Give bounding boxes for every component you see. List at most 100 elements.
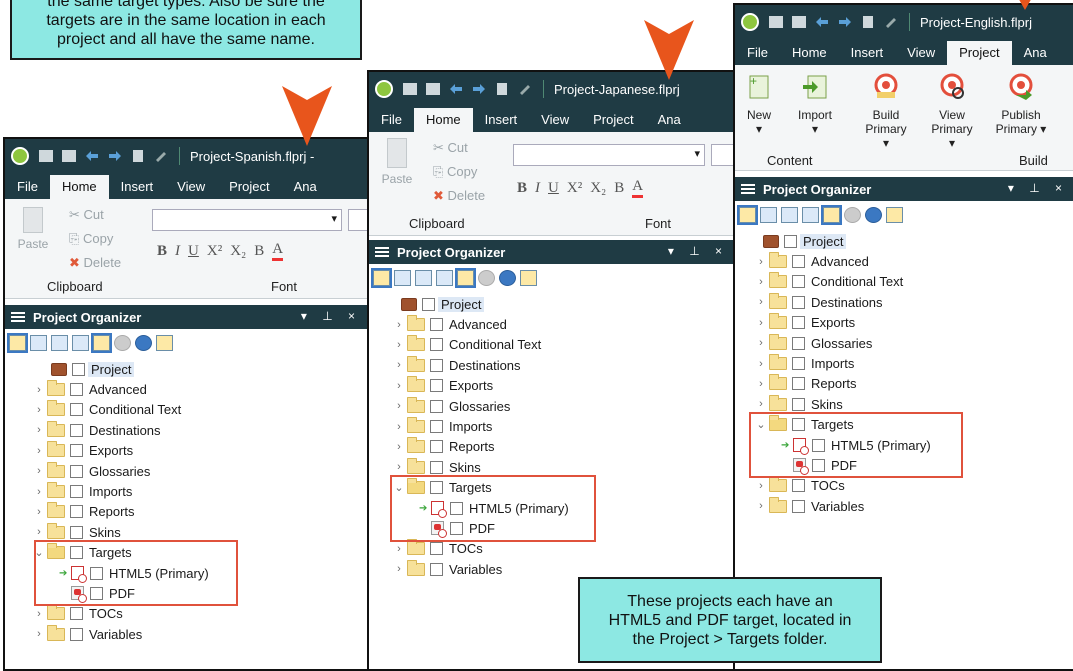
spell-check-icon[interactable] bbox=[518, 83, 532, 95]
tree-folder-exports[interactable]: › Exports bbox=[31, 441, 369, 461]
tree-folder-tocs[interactable]: › TOCs bbox=[753, 476, 1073, 496]
checkbox[interactable] bbox=[792, 479, 805, 493]
chevron-right-icon[interactable]: › bbox=[391, 380, 407, 392]
save-all-icon[interactable] bbox=[792, 16, 806, 28]
tree-folder-imports[interactable]: › Imports bbox=[753, 353, 1073, 373]
chevron-right-icon[interactable]: › bbox=[391, 359, 407, 371]
tab-home[interactable]: Home bbox=[780, 41, 839, 65]
font-name-input[interactable]: ▾ bbox=[513, 144, 705, 166]
file-dropdown-icon[interactable] bbox=[131, 150, 145, 162]
checkbox[interactable] bbox=[792, 316, 805, 330]
save-all-icon[interactable] bbox=[426, 83, 440, 95]
tab-project[interactable]: Project bbox=[217, 175, 281, 199]
checkbox[interactable] bbox=[430, 460, 443, 474]
checkbox[interactable] bbox=[430, 338, 443, 352]
underline-icon[interactable]: U bbox=[188, 243, 199, 260]
publish-primary-button[interactable]: Publish Primary ▾ bbox=[993, 73, 1049, 136]
checkbox[interactable] bbox=[792, 295, 805, 309]
checkbox[interactable] bbox=[70, 383, 83, 397]
chevron-right-icon[interactable]: › bbox=[391, 441, 407, 453]
checkbox[interactable] bbox=[430, 440, 443, 454]
redo-icon[interactable] bbox=[108, 150, 122, 162]
font-color-icon[interactable]: A bbox=[632, 178, 644, 198]
tab-analysis[interactable]: Ana bbox=[646, 108, 693, 132]
clear-format-icon[interactable]: B bbox=[614, 180, 624, 197]
expand-all-icon[interactable] bbox=[781, 207, 798, 223]
chevron-right-icon[interactable]: › bbox=[31, 465, 47, 477]
checkbox[interactable] bbox=[430, 420, 443, 434]
italic-icon[interactable]: I bbox=[535, 180, 540, 197]
panel-controls[interactable]: ▾ ⊥ × bbox=[668, 244, 728, 258]
folder-view-icon[interactable] bbox=[371, 268, 392, 288]
import-button[interactable]: Import ▾ bbox=[793, 73, 837, 136]
checkbox[interactable] bbox=[430, 358, 443, 372]
chevron-right-icon[interactable]: › bbox=[753, 256, 769, 268]
tab-analysis[interactable]: Ana bbox=[282, 175, 329, 199]
tree-folder-destinations[interactable]: › Destinations bbox=[391, 355, 736, 375]
superscript-icon[interactable]: X² bbox=[207, 243, 222, 260]
tree-folder-exports[interactable]: › Exports bbox=[753, 313, 1073, 333]
checkbox[interactable] bbox=[430, 379, 443, 393]
chevron-right-icon[interactable]: › bbox=[753, 296, 769, 308]
checkbox[interactable] bbox=[70, 627, 83, 641]
redo-icon[interactable] bbox=[472, 83, 486, 95]
checkbox[interactable] bbox=[70, 423, 83, 437]
build-primary-button[interactable]: Build Primary ▾ bbox=[861, 73, 911, 150]
expand-all-icon[interactable] bbox=[51, 335, 68, 351]
checkbox[interactable] bbox=[430, 399, 443, 413]
cut-button[interactable]: ✂ Cut bbox=[69, 207, 104, 223]
new-button[interactable]: + New ▾ bbox=[741, 73, 777, 136]
checkbox[interactable] bbox=[70, 525, 83, 539]
checkbox[interactable] bbox=[72, 362, 85, 376]
chevron-right-icon[interactable]: › bbox=[31, 526, 47, 538]
new-folder-icon[interactable] bbox=[156, 335, 173, 351]
tab-view[interactable]: View bbox=[529, 108, 581, 132]
tab-file[interactable]: File bbox=[369, 108, 414, 132]
refresh-icon[interactable] bbox=[135, 335, 152, 351]
tab-file[interactable]: File bbox=[735, 41, 780, 65]
checkbox[interactable] bbox=[430, 562, 443, 576]
list-view-icon[interactable] bbox=[30, 335, 47, 351]
checkbox[interactable] bbox=[792, 397, 805, 411]
chevron-right-icon[interactable]: › bbox=[31, 628, 47, 640]
tab-home[interactable]: Home bbox=[49, 175, 109, 199]
tree-folder-destinations[interactable]: › Destinations bbox=[31, 420, 369, 440]
delete-button[interactable]: ✖ Delete bbox=[69, 255, 121, 271]
tree-folder-reports[interactable]: › Reports bbox=[753, 374, 1073, 394]
chevron-right-icon[interactable]: › bbox=[31, 608, 47, 620]
bold-icon[interactable]: B bbox=[517, 180, 527, 197]
collapse-all-icon[interactable] bbox=[802, 207, 819, 223]
tree-folder-glossaries[interactable]: › Glossaries bbox=[391, 396, 736, 416]
tree-folder-exports[interactable]: › Exports bbox=[391, 376, 736, 396]
copy-button[interactable]: ⎘ Copy bbox=[433, 164, 477, 180]
collapse-all-icon[interactable] bbox=[72, 335, 89, 351]
file-dropdown-icon[interactable] bbox=[495, 83, 509, 95]
chevron-right-icon[interactable]: › bbox=[31, 404, 47, 416]
new-folder-icon[interactable] bbox=[886, 207, 903, 223]
list-view-icon[interactable] bbox=[760, 207, 777, 223]
copy-button[interactable]: ⎘ Copy bbox=[69, 231, 113, 247]
tree-folder-glossaries[interactable]: › Glossaries bbox=[31, 461, 369, 481]
spell-check-icon[interactable] bbox=[884, 16, 898, 28]
menu-icon[interactable] bbox=[11, 312, 25, 322]
subscript-icon[interactable]: X₂ bbox=[590, 180, 606, 197]
tree-folder-imports[interactable]: › Imports bbox=[31, 481, 369, 501]
grid-icon[interactable] bbox=[821, 205, 842, 225]
chevron-right-icon[interactable]: › bbox=[753, 398, 769, 410]
tab-insert[interactable]: Insert bbox=[839, 41, 896, 65]
tree-folder-reports[interactable]: › Reports bbox=[31, 502, 369, 522]
checkbox[interactable] bbox=[792, 377, 805, 391]
undo-icon[interactable] bbox=[449, 83, 463, 95]
superscript-icon[interactable]: X² bbox=[567, 180, 582, 197]
tab-file[interactable]: File bbox=[5, 175, 50, 199]
checkbox[interactable] bbox=[792, 499, 805, 513]
checkbox[interactable] bbox=[792, 275, 805, 289]
checkbox[interactable] bbox=[792, 255, 805, 269]
checkbox[interactable] bbox=[70, 464, 83, 478]
save-all-icon[interactable] bbox=[62, 150, 76, 162]
tree-folder-conditional-text[interactable]: › Conditional Text bbox=[31, 400, 369, 420]
paste-button[interactable]: Paste bbox=[15, 207, 51, 251]
chevron-right-icon[interactable]: › bbox=[753, 480, 769, 492]
new-folder-icon[interactable] bbox=[520, 270, 537, 286]
chevron-right-icon[interactable]: › bbox=[31, 486, 47, 498]
